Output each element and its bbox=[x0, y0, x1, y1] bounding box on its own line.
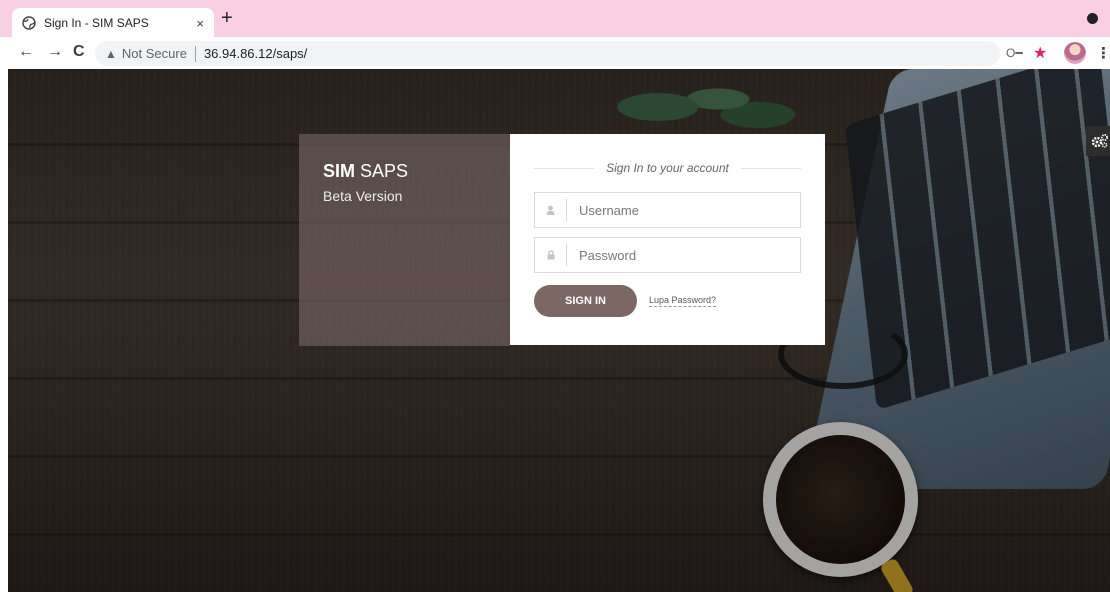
globe-icon bbox=[22, 16, 36, 30]
heading-divider-right bbox=[740, 167, 801, 169]
login-panel: Sign In to your account SIGN IN Lupa Pas… bbox=[510, 134, 825, 345]
user-icon bbox=[535, 199, 567, 221]
password-field[interactable] bbox=[534, 237, 801, 273]
avatar[interactable] bbox=[1064, 42, 1086, 64]
page-background: SIM SAPS Beta Version Sign In to your ac… bbox=[8, 69, 1110, 592]
gear-icon bbox=[1091, 134, 1108, 148]
warning-icon: ▲ bbox=[105, 46, 117, 61]
browser-toolbar: ← → C ▲ Not Secure 36.94.86.12/saps/ O━ … bbox=[0, 37, 1110, 69]
heading-divider-left bbox=[534, 167, 595, 169]
password-input[interactable] bbox=[567, 238, 800, 272]
tab-close-icon[interactable]: × bbox=[196, 16, 204, 31]
star-icon[interactable]: ★ bbox=[1033, 43, 1047, 63]
login-heading-row: Sign In to your account bbox=[534, 160, 801, 176]
login-actions: SIGN IN Lupa Password? bbox=[534, 285, 801, 317]
tab-title: Sign In - SIM SAPS bbox=[44, 16, 149, 30]
app-info-panel: SIM SAPS Beta Version bbox=[299, 134, 510, 346]
url-text[interactable]: 36.94.86.12/saps/ bbox=[204, 46, 307, 61]
forward-icon[interactable]: → bbox=[47, 43, 63, 61]
lock-icon bbox=[535, 244, 567, 266]
not-secure-label: Not Secure bbox=[121, 46, 187, 61]
key-icon[interactable]: O━ bbox=[1006, 46, 1023, 60]
browser-tabbar: Sign In - SIM SAPS × + bbox=[0, 0, 1110, 38]
settings-button[interactable] bbox=[1086, 126, 1110, 156]
app-version: Beta Version bbox=[323, 188, 403, 204]
username-input[interactable] bbox=[567, 193, 800, 227]
sign-in-button[interactable]: SIGN IN bbox=[534, 285, 637, 317]
address-bar[interactable]: ▲ Not Secure 36.94.86.12/saps/ bbox=[95, 41, 1000, 66]
app-name-rest: SAPS bbox=[355, 161, 409, 181]
login-heading: Sign In to your account bbox=[606, 161, 729, 175]
address-separator bbox=[194, 45, 196, 62]
app-name: SIM SAPS bbox=[323, 160, 486, 182]
reload-icon[interactable]: C bbox=[73, 43, 85, 61]
username-field[interactable] bbox=[534, 192, 801, 228]
new-tab-button[interactable]: + bbox=[221, 8, 233, 28]
forgot-password-link[interactable]: Lupa Password? bbox=[649, 295, 717, 307]
back-icon[interactable]: ← bbox=[18, 43, 34, 61]
app-name-bold: SIM bbox=[323, 161, 356, 181]
browser-tab[interactable]: Sign In - SIM SAPS × bbox=[12, 8, 214, 38]
tab-search-icon[interactable] bbox=[1087, 13, 1098, 24]
kebab-menu-icon[interactable]: ⋮ bbox=[1096, 44, 1110, 62]
